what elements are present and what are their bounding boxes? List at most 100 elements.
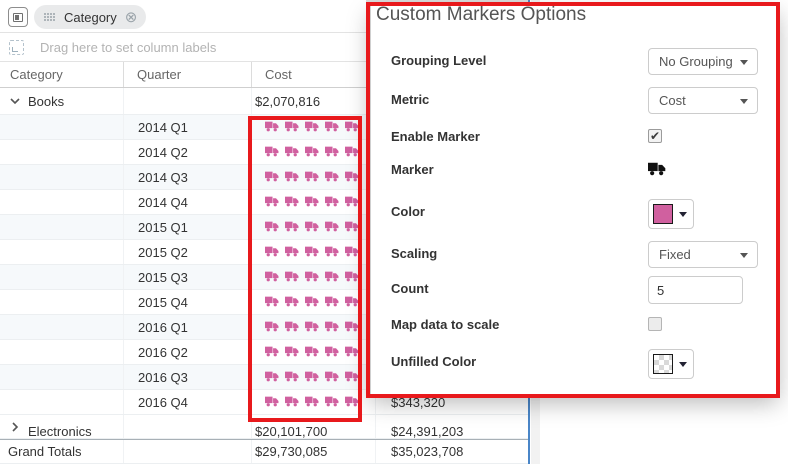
category-cell [0, 365, 123, 389]
color-picker[interactable] [648, 199, 694, 229]
quarter-cell: 2015 Q2 [123, 240, 251, 264]
category-cell [0, 340, 123, 364]
truck-marker-icon [325, 145, 339, 160]
truck-marker-icon [285, 170, 299, 185]
field-label: Color [391, 204, 425, 219]
cost-value: $29,730,085 [255, 444, 328, 459]
truck-marker-icon [285, 145, 299, 160]
quarter-label: 2016 Q1 [138, 319, 188, 335]
category-cell [0, 140, 123, 164]
truck-marker-icon [265, 345, 279, 360]
row-label: Electronics [28, 424, 92, 438]
second-cost-cell: $24,391,203 [375, 415, 528, 438]
cost-cell-markers[interactable] [251, 290, 375, 314]
cost-cell-markers[interactable] [251, 265, 375, 289]
cost-cell-markers[interactable] [251, 240, 375, 264]
chevron-down-icon [740, 59, 748, 65]
truck-marker-icon [285, 345, 299, 360]
truck-marker-icon [305, 220, 319, 235]
truck-marker-icon [325, 395, 339, 410]
pivot-table-icon [13, 12, 23, 22]
unfilled-color-picker[interactable] [648, 349, 694, 379]
remove-chip-icon[interactable]: ⊗ [125, 10, 138, 25]
truck-icon [648, 162, 666, 180]
cost-cell-markers[interactable] [251, 390, 375, 414]
quarter-cell: 2014 Q4 [123, 190, 251, 214]
truck-marker-icon [345, 145, 359, 160]
pivot-table-app: Category ⊗ Drag here to set column label… [0, 0, 788, 464]
cost-cell[interactable]: $2,070,816 [251, 88, 375, 114]
panel-fields: Grouping Level No Grouping Metric Cost Enabl… [371, 6, 777, 394]
quarter-cell [123, 415, 251, 438]
quarter-cell: 2015 Q4 [123, 290, 251, 314]
cost-value: $2,070,816 [255, 93, 321, 109]
table-row-grand-totals[interactable]: Grand Totals $29,730,085 $35,023,708 [0, 439, 528, 464]
truck-marker-icon [345, 395, 359, 410]
quarter-label: 2016 Q4 [138, 394, 188, 410]
truck-marker-icon [345, 295, 359, 310]
table-row-electronics[interactable]: Electronics $20,101,700 $24,391,203 [0, 415, 528, 439]
category-cell [0, 115, 123, 139]
header-cost[interactable]: Cost [251, 62, 375, 87]
custom-markers-options-panel: Custom Markers Options Grouping Level No … [370, 4, 778, 395]
quarter-cell: 2016 Q1 [123, 315, 251, 339]
cost-cell-markers[interactable] [251, 315, 375, 339]
chevron-down-icon [740, 252, 748, 258]
truck-marker-icon [265, 195, 279, 210]
map-data-to-scale-checkbox[interactable] [648, 317, 662, 331]
truck-marker-icon [305, 145, 319, 160]
truck-marker-icon [305, 270, 319, 285]
cost-cell-markers[interactable] [251, 190, 375, 214]
truck-marker-icon [265, 245, 279, 260]
cost-cell-markers[interactable] [251, 140, 375, 164]
metric-select[interactable]: Cost [648, 87, 758, 114]
count-input[interactable] [648, 276, 743, 304]
truck-marker-icon [285, 245, 299, 260]
truck-marker-icon [325, 220, 339, 235]
truck-marker-icon [265, 145, 279, 160]
truck-marker-icon [285, 370, 299, 385]
truck-marker-icon [305, 320, 319, 335]
second-cost-cell: $35,023,708 [375, 440, 528, 463]
truck-marker-icon [345, 245, 359, 260]
chevron-right-icon[interactable] [9, 421, 21, 433]
cost-cell-markers[interactable] [251, 365, 375, 389]
quarter-cell: 2016 Q3 [123, 365, 251, 389]
category-cell [0, 315, 123, 339]
truck-marker-icon [285, 220, 299, 235]
quarter-label: 2016 Q2 [138, 344, 188, 360]
drag-handle-icon[interactable] [44, 12, 55, 22]
truck-marker-icon [265, 395, 279, 410]
truck-marker-icon [285, 395, 299, 410]
header-quarter[interactable]: Quarter [123, 62, 251, 87]
grouping-level-select[interactable]: No Grouping [648, 48, 758, 75]
field-label: Map data to scale [391, 317, 500, 332]
truck-marker-icon [305, 120, 319, 135]
cost-cell-markers[interactable] [251, 215, 375, 239]
truck-marker-icon [325, 170, 339, 185]
quarter-cell: 2015 Q1 [123, 215, 251, 239]
truck-marker-icon [265, 320, 279, 335]
pivot-view-button[interactable] [8, 7, 28, 27]
quarter-label: 2015 Q4 [138, 294, 188, 310]
cost-cell[interactable]: $20,101,700 [251, 415, 375, 438]
chevron-down-icon [740, 98, 748, 104]
cost-cell-markers[interactable] [251, 340, 375, 364]
cost-cell-markers[interactable] [251, 165, 375, 189]
enable-marker-checkbox[interactable]: ✔ [648, 129, 662, 143]
row-field-chip-category[interactable]: Category ⊗ [34, 5, 147, 29]
chevron-down-icon[interactable] [9, 95, 21, 107]
cost-cell[interactable]: $29,730,085 [251, 440, 375, 463]
truck-marker-icon [305, 395, 319, 410]
quarter-cell: 2016 Q2 [123, 340, 251, 364]
truck-marker-icon [285, 320, 299, 335]
quarter-label: 2015 Q3 [138, 269, 188, 285]
truck-marker-icon [265, 370, 279, 385]
cost-cell-markers[interactable] [251, 115, 375, 139]
header-category[interactable]: Category [0, 62, 123, 87]
truck-marker-icon [345, 170, 359, 185]
truck-marker-icon [265, 220, 279, 235]
scaling-select[interactable]: Fixed [648, 241, 758, 268]
field-label: Metric [391, 92, 430, 107]
cost-value: $20,101,700 [255, 424, 328, 438]
